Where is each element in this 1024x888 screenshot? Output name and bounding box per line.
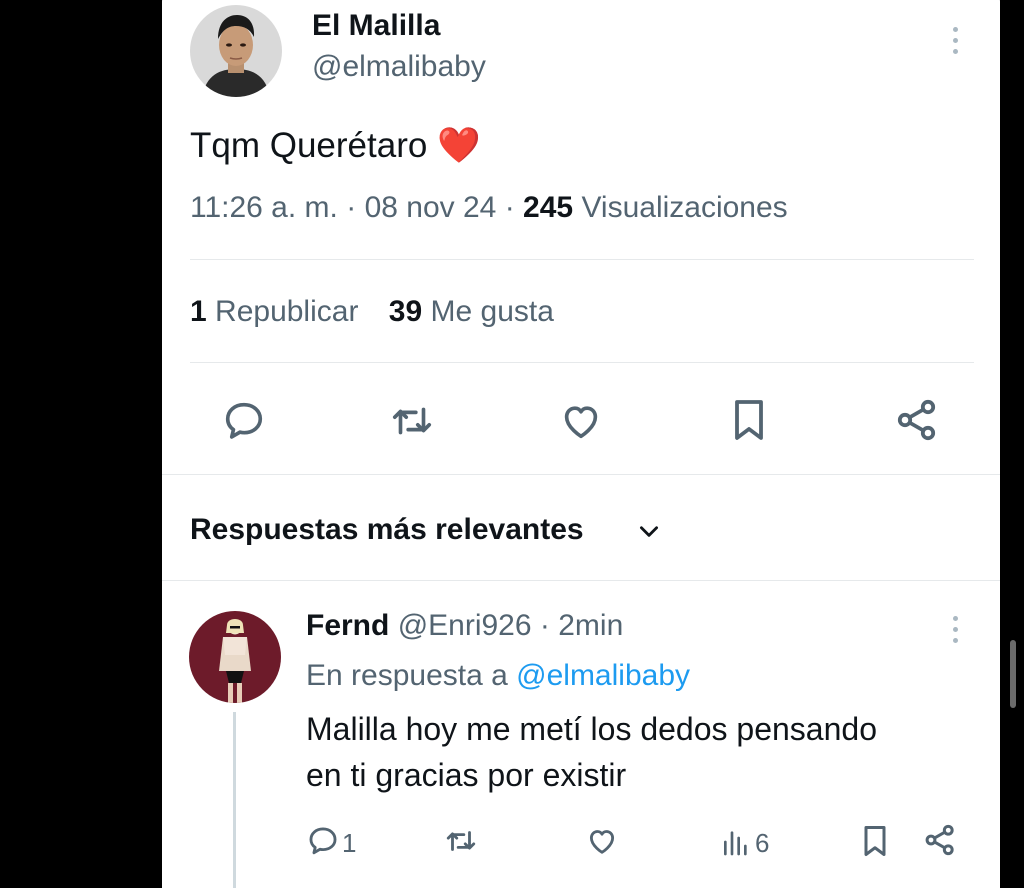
views-count: 245 [523, 191, 574, 224]
reply-view-count: 6 [755, 828, 770, 858]
tweet-text: Tqm Querétaro ❤️ [190, 126, 481, 165]
divider [190, 362, 974, 363]
reply-text-line-2: en ti gracias por existir [306, 757, 627, 793]
share-icon[interactable] [893, 396, 941, 444]
author-name[interactable]: El Malilla [312, 9, 440, 43]
divider [162, 474, 1000, 475]
reply-header: Fernd @Enri926 · 2min [306, 609, 623, 643]
author-avatar[interactable] [190, 5, 282, 97]
divider [190, 259, 974, 260]
divider [162, 580, 1000, 581]
reply-reply-icon[interactable] [306, 824, 340, 858]
in-reply-handle-link[interactable]: @elmalibaby [516, 659, 690, 692]
in-reply-prefix: En respuesta a [306, 659, 508, 692]
reply-author-avatar[interactable] [189, 611, 281, 703]
views-label: Visualizaciones [581, 191, 788, 224]
meta-separator: · [504, 191, 515, 224]
reply-time[interactable]: 2min [558, 609, 623, 642]
reply-bookmark-icon[interactable] [860, 823, 890, 859]
likes-count: 39 [388, 295, 423, 328]
reposts-count: 1 [190, 295, 207, 328]
reply-share-icon[interactable] [922, 822, 958, 858]
reply-views-icon[interactable] [720, 826, 752, 858]
likes-stat[interactable]: 39 Me gusta [389, 295, 554, 328]
tweet-meta: 11:26 a. m. · 08 nov 24 · 245 Visualizac… [190, 191, 788, 225]
engagement-stats: 1 Republicar 39 Me gusta [190, 295, 554, 329]
reply-reply-count: 1 [342, 828, 357, 858]
reply-repost-icon[interactable] [443, 824, 479, 858]
replies-sort-label[interactable]: Respuestas más relevantes [190, 513, 584, 547]
tweet-time: 11:26 a. m. [190, 191, 338, 224]
reposts-stat[interactable]: 1 Republicar [190, 295, 367, 328]
more-options-icon[interactable] [953, 27, 959, 54]
author-handle[interactable]: @elmalibaby [312, 50, 486, 84]
scrollbar[interactable] [1010, 640, 1016, 708]
reply-author-name[interactable]: Fernd [306, 609, 389, 642]
reply-icon[interactable] [221, 398, 267, 444]
reply-separator: · [539, 609, 550, 642]
in-reply-to: En respuesta a @elmalibaby [306, 659, 690, 693]
reposts-label: Republicar [215, 295, 359, 328]
reply-text-line-1: Malilla hoy me metí los dedos pensando [306, 711, 877, 747]
tweet-date: 08 nov 24 [364, 191, 497, 224]
meta-separator: · [346, 191, 357, 224]
chevron-down-icon[interactable] [636, 518, 662, 544]
reply-more-options-icon[interactable] [953, 616, 959, 643]
reply-like-icon[interactable] [584, 824, 620, 858]
repost-icon[interactable] [388, 398, 436, 444]
bookmark-icon[interactable] [728, 396, 770, 444]
reply-author-handle[interactable]: @Enri926 [398, 609, 532, 642]
like-icon[interactable] [557, 398, 605, 444]
thread-line [233, 712, 236, 888]
likes-label: Me gusta [430, 295, 554, 328]
